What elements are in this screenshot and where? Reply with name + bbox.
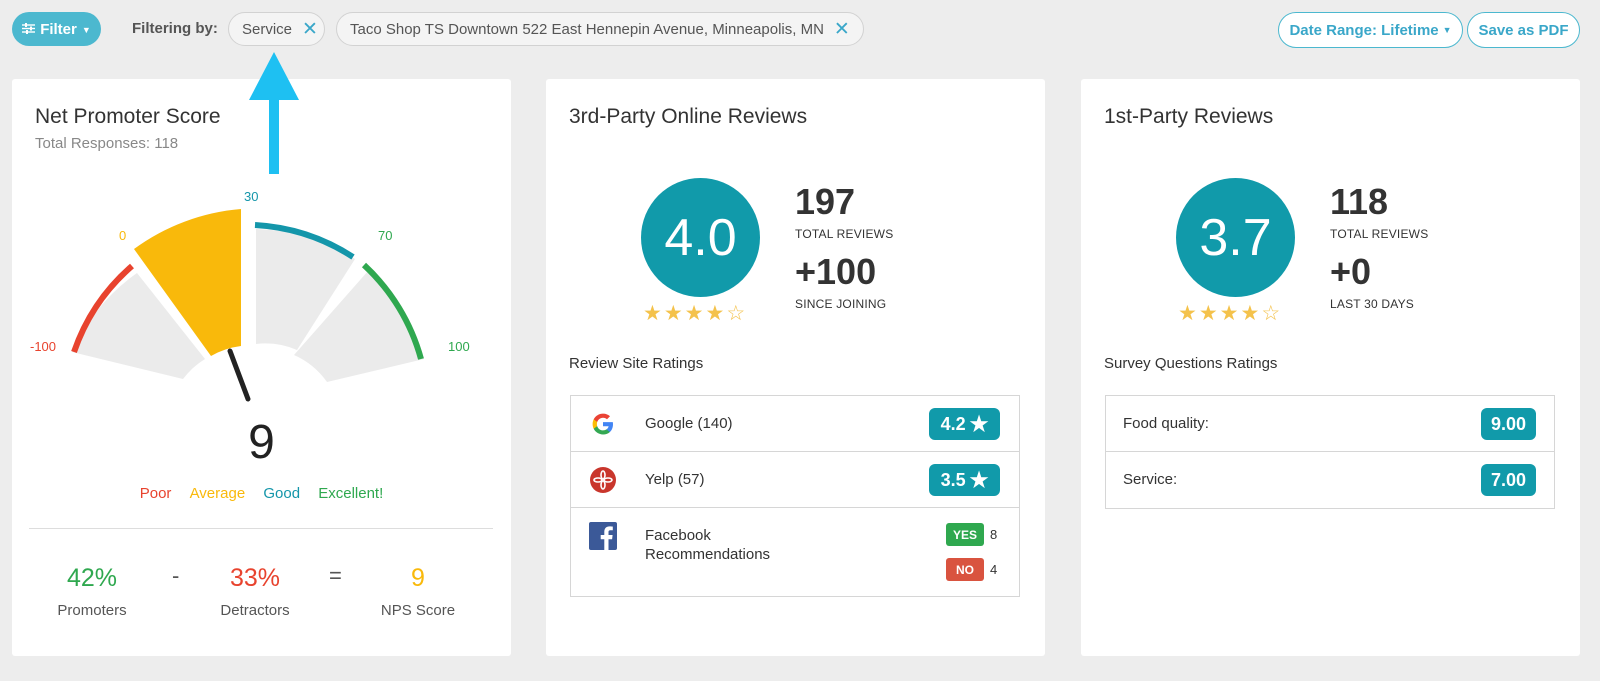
legend-average: Average [189,485,246,502]
filter-chip-location: Taco Shop TS Downtown 522 East Hennepin … [336,12,864,46]
review-sites-table: Google (140) 4.2 ★ Yelp (57) 3.5 ★ Faceb… [570,395,1020,597]
rating-badge: 4.2 ★ [929,408,1000,440]
review-site-name: Google (140) [645,415,733,432]
gauge-label-min: -100 [30,339,57,354]
first-party-last-30: +0 [1330,251,1372,292]
yelp-icon [590,467,616,493]
save-pdf-label: Save as PDF [1478,21,1569,39]
detractors-label: Detractors [220,602,290,619]
nps-gauge-value: 9 [248,416,275,469]
sliders-icon [22,21,36,38]
divider [29,528,493,529]
star-icon: ★ [969,468,989,492]
rating-badge: 3.5 ★ [929,464,1000,496]
nps-score-label: NPS Score [380,602,456,619]
filter-button-label: Filter [40,20,77,38]
detractors-stat: 33% Detractors [190,564,320,619]
gauge-label-max: 100 [448,339,470,354]
star-icon: ★ [969,412,989,436]
star-rating-icon: ★★★★☆ [1178,302,1283,325]
review-site-name: Yelp (57) [645,471,705,488]
rating-badge: 9.00 [1481,408,1536,440]
first-party-title: 1st-Party Reviews [1104,105,1274,128]
third-party-total-reviews-label: TOTAL REVIEWS [795,227,894,241]
filter-chip-label: Service [242,20,293,38]
caret-down-icon: ▼ [1442,25,1452,35]
survey-question-row[interactable]: Service: 7.00 [1106,452,1554,508]
gauge-label-seventy: 70 [378,228,393,243]
gauge-label-thirty: 30 [244,189,259,204]
filter-chip-label: Taco Shop TS Downtown 522 East Hennepin … [350,20,824,38]
survey-question-name: Food quality: [1123,415,1209,432]
survey-questions-table: Food quality: 9.00 Service: 7.00 [1105,395,1555,509]
facebook-name-line2: Recommendations [645,546,771,563]
legend-excellent: Excellent! [318,485,384,502]
caret-down-icon: ▼ [81,25,91,35]
yes-badge: YES [946,523,984,546]
third-party-reviews-card: 3rd-Party Online Reviews 4.0 ★★★★☆ 197 T… [546,79,1045,656]
survey-question-name: Service: [1123,471,1178,488]
nps-score-value: 9 [411,564,425,592]
rating-badge-value: 3.5 [940,469,966,490]
promoters-label: Promoters [57,602,127,619]
detractors-pct: 33% [229,564,281,592]
legend-poor: Poor [139,485,172,502]
third-party-rating-circle: 4.0 [641,178,760,297]
review-site-row-yelp[interactable]: Yelp (57) 3.5 ★ [571,452,1019,508]
top-bar: Filter ▼ Filtering by: Service ✕ Taco Sh… [0,0,1600,62]
save-pdf-button[interactable]: Save as PDF [1467,12,1580,48]
first-party-rating-circle: 3.7 [1176,178,1295,297]
facebook-name-line1: Facebook [645,527,711,544]
third-party-total-reviews: 197 [795,181,856,222]
third-party-since-joining: +100 [795,251,877,292]
third-party-since-joining-label: SINCE JOINING [795,297,887,311]
equals-sign: = [329,563,342,588]
legend-good: Good [263,485,301,502]
no-count: 4 [990,562,998,577]
rating-badge: 7.00 [1481,464,1536,496]
filter-chip-service: Service ✕ [228,12,325,46]
gauge-label-zero: 0 [119,228,127,243]
filtering-by-label: Filtering by: [132,20,218,37]
annotation-arrow-icon [249,52,299,174]
first-party-total-reviews-label: TOTAL REVIEWS [1330,227,1429,241]
third-party-title: 3rd-Party Online Reviews [569,105,808,128]
review-site-row-facebook[interactable]: Facebook Recommendations YES 8 NO 4 [571,508,1019,596]
promoters-pct: 42% [66,564,118,592]
nps-legend: Poor Average Good Excellent! [12,485,511,502]
minus-sign: - [172,563,180,588]
first-party-reviews-card: 1st-Party Reviews 3.7 ★★★★☆ 118 TOTAL RE… [1081,79,1580,656]
promoters-stat: 42% Promoters [27,564,157,619]
date-range-dropdown[interactable]: Date Range: Lifetime ▼ [1278,12,1463,48]
no-badge: NO [946,558,984,581]
survey-questions-label: Survey Questions Ratings [1104,355,1278,372]
google-icon [592,413,613,435]
facebook-icon [589,522,617,550]
review-site-row-google[interactable]: Google (140) 4.2 ★ [571,396,1019,452]
first-party-last-30-label: LAST 30 DAYS [1330,297,1414,311]
facebook-name: Facebook Recommendations [645,526,770,564]
survey-question-row[interactable]: Food quality: 9.00 [1106,396,1554,452]
close-icon[interactable]: ✕ [302,20,318,39]
filter-button[interactable]: Filter ▼ [12,12,101,46]
close-icon[interactable]: ✕ [834,20,850,39]
star-rating-icon: ★★★★☆ [643,302,748,325]
first-party-total-reviews: 118 [1330,181,1389,222]
rating-badge-value: 4.2 [940,413,966,434]
date-range-label: Date Range: Lifetime [1289,21,1439,39]
nps-score-stat: 9 NPS Score [353,564,483,619]
yes-count: 8 [990,527,998,542]
review-site-ratings-label: Review Site Ratings [569,355,704,372]
